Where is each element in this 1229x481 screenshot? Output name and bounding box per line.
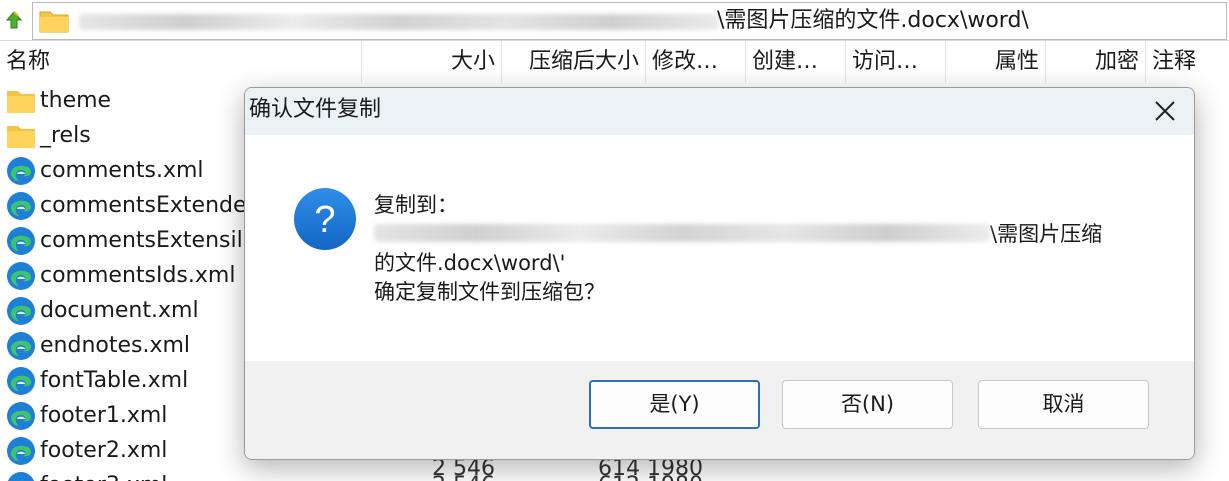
folder-icon bbox=[5, 120, 37, 152]
dialog-footer: 是(Y) 否(N) 取消 bbox=[245, 361, 1194, 459]
dialog-message: 复制到： \需图片压缩 的文件.docx\word\' 确定复制文件到压缩包？ bbox=[374, 191, 1134, 307]
redacted-path bbox=[79, 14, 719, 30]
close-icon[interactable] bbox=[1142, 90, 1188, 132]
file-packed-size: 612 1980 bbox=[598, 468, 703, 481]
edge-icon bbox=[5, 155, 37, 187]
edge-icon bbox=[5, 470, 37, 481]
file-name: commentsExtende bbox=[40, 193, 247, 218]
file-name: footer1.xml bbox=[40, 403, 168, 428]
file-name: commentsExtensil bbox=[40, 228, 243, 253]
file-name: _rels bbox=[40, 123, 91, 148]
edge-icon bbox=[5, 225, 37, 257]
edge-icon bbox=[5, 190, 37, 222]
column-encrypted[interactable]: 加密 bbox=[1046, 41, 1146, 83]
file-name: comments.xml bbox=[40, 158, 204, 183]
edge-icon bbox=[5, 295, 37, 327]
file-name: commentsIds.xml bbox=[40, 263, 236, 288]
cancel-button[interactable]: 取消 bbox=[978, 380, 1149, 429]
edge-icon bbox=[5, 260, 37, 292]
column-accessed[interactable]: 访问… bbox=[846, 41, 946, 83]
message-line-3: 的文件.docx\word\' bbox=[374, 251, 566, 275]
file-name: theme bbox=[40, 88, 112, 113]
path-suffix: \需图片压缩 bbox=[990, 222, 1103, 246]
file-name: footer3.xml bbox=[40, 468, 167, 481]
edge-icon bbox=[5, 365, 37, 397]
file-name: fontTable.xml bbox=[40, 368, 189, 393]
message-line-4: 确定复制文件到压缩包？ bbox=[374, 280, 605, 304]
file-name: footer2.xml bbox=[40, 438, 168, 463]
path-input[interactable]: \需图片压缩的文件.docx\word\ bbox=[32, 2, 1227, 40]
folder-icon bbox=[39, 9, 69, 33]
up-arrow-icon[interactable] bbox=[4, 10, 24, 30]
column-created[interactable]: 创建… bbox=[746, 41, 846, 83]
file-name: document.xml bbox=[40, 298, 199, 323]
column-name[interactable]: 名称 bbox=[0, 41, 362, 83]
path-text: \需图片压缩的文件.docx\word\ bbox=[717, 8, 1029, 33]
yes-button[interactable]: 是(Y) bbox=[589, 380, 760, 429]
column-attributes[interactable]: 属性 bbox=[946, 41, 1046, 83]
file-size: 2 546 bbox=[432, 468, 495, 481]
confirm-copy-dialog: 确认文件复制 ? 复制到： \需图片压缩 的文件.docx\word\' 确定复… bbox=[244, 87, 1195, 460]
column-header: 名称 大小 压缩后大小 修改… 创建… 访问… 属性 加密 注释 bbox=[0, 41, 1229, 83]
redacted-path bbox=[374, 224, 990, 242]
list-item[interactable]: footer3.xml 2 546 612 1980 bbox=[0, 468, 1229, 481]
message-line-2: \需图片压缩 bbox=[374, 220, 1134, 249]
folder-icon bbox=[5, 85, 37, 117]
edge-icon bbox=[5, 330, 37, 362]
question-icon: ? bbox=[293, 187, 357, 251]
dialog-title: 确认文件复制 bbox=[249, 97, 382, 122]
message-line-1: 复制到： bbox=[374, 193, 458, 217]
edge-icon bbox=[5, 435, 37, 467]
svg-text:?: ? bbox=[314, 199, 335, 241]
column-size[interactable]: 大小 bbox=[362, 41, 502, 83]
dialog-titlebar[interactable]: 确认文件复制 bbox=[245, 88, 1194, 135]
no-button[interactable]: 否(N) bbox=[782, 380, 953, 429]
column-comment[interactable]: 注释 bbox=[1146, 41, 1229, 83]
file-name: endnotes.xml bbox=[40, 333, 191, 358]
column-packed-size[interactable]: 压缩后大小 bbox=[502, 41, 646, 83]
address-bar: \需图片压缩的文件.docx\word\ bbox=[0, 0, 1229, 41]
column-modified[interactable]: 修改… bbox=[646, 41, 746, 83]
edge-icon bbox=[5, 400, 37, 432]
dialog-body: ? 复制到： \需图片压缩 的文件.docx\word\' 确定复制文件到压缩包… bbox=[245, 135, 1194, 361]
